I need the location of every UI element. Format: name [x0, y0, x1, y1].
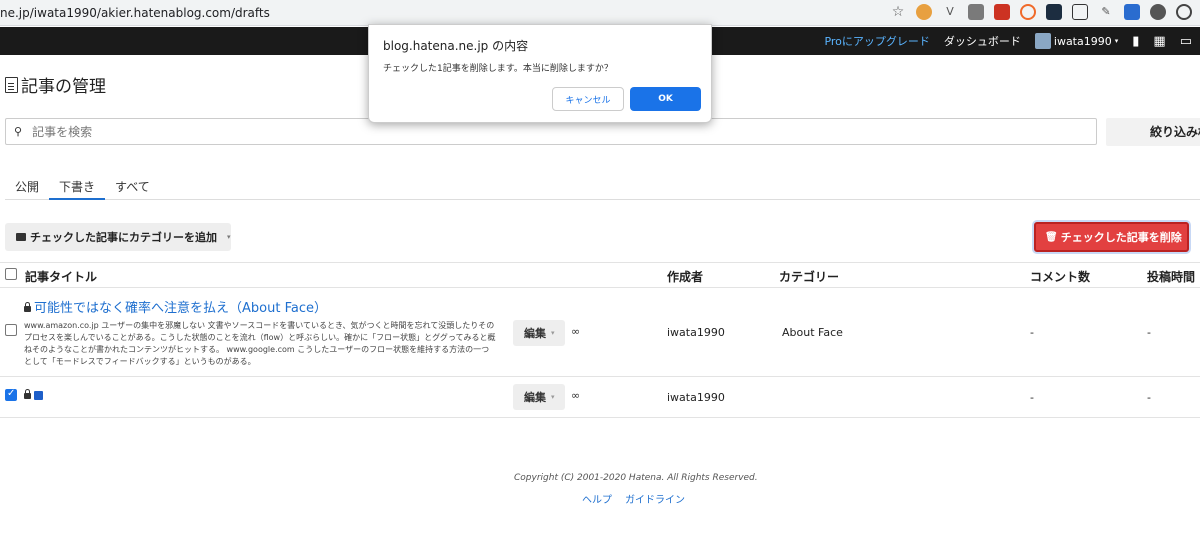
header-comments[interactable]: コメント数: [1030, 268, 1090, 285]
edit-button[interactable]: 編集 ▾: [513, 320, 565, 346]
header-category[interactable]: カテゴリー: [779, 268, 839, 285]
edit-extension-icon[interactable]: ✎: [1098, 4, 1114, 20]
posted-cell: -: [1147, 391, 1151, 404]
entry-title-link[interactable]: [24, 388, 43, 403]
chevron-down-icon: ▾: [551, 393, 555, 401]
cancel-button[interactable]: キャンセル: [552, 87, 624, 111]
table-header: 記事タイトル 作成者 カテゴリー コメント数 投稿時間: [0, 262, 1200, 288]
url-text[interactable]: ne.jp/iwata1990/akier.hatenablog.com/dra…: [0, 6, 270, 20]
circle-extension-icon[interactable]: [1020, 4, 1036, 20]
chevron-down-icon: ▾: [227, 233, 231, 241]
delete-label: チェックした記事を削除: [1060, 231, 1182, 244]
header-posted[interactable]: 投稿時間: [1147, 268, 1195, 285]
tab-all[interactable]: すべて: [105, 172, 160, 200]
upgrade-pro-link[interactable]: Proにアップグレード: [824, 33, 929, 49]
author-cell: iwata1990: [667, 391, 725, 404]
extension-icon[interactable]: [968, 4, 984, 20]
table-row: 可能性ではなく確率へ注意を払え（About Face） www.amazon.c…: [0, 289, 1200, 377]
header-title[interactable]: 記事タイトル: [25, 268, 97, 285]
folder-icon: [16, 233, 26, 241]
comments-cell: -: [1030, 391, 1034, 404]
posted-cell: -: [1147, 326, 1151, 339]
category-cell[interactable]: About Face: [782, 326, 843, 339]
untitled-entry-marker: [34, 391, 43, 400]
help-link[interactable]: ヘルプ: [582, 491, 612, 506]
search-icon: ⚲: [14, 125, 23, 138]
dialog-message: チェックした1記事を削除します。本当に削除しますか？: [383, 64, 613, 74]
add-category-button[interactable]: チェックした記事にカテゴリーを追加 ▾: [5, 223, 231, 251]
link-icon[interactable]: ∞: [571, 389, 580, 402]
trash-icon: 🗑: [1045, 231, 1058, 243]
header-author[interactable]: 作成者: [667, 268, 703, 285]
author-cell: iwata1990: [667, 326, 725, 339]
react-devtools-icon[interactable]: [1046, 4, 1062, 20]
copyright-text: Copyright (C) 2001-2020 Hatena. All Righ…: [514, 473, 758, 483]
delete-checked-button[interactable]: 🗑 チェックした記事を削除: [1034, 222, 1189, 252]
entry-excerpt: www.amazon.co.jp ユーザーの集中を邪魔しない 文書やソースコード…: [24, 321, 496, 366]
link-icon[interactable]: ∞: [571, 325, 580, 338]
round-extension-icon[interactable]: [1150, 4, 1166, 20]
lock-icon: [24, 301, 31, 312]
settings-extension-icon[interactable]: [1176, 4, 1192, 20]
username: iwata1990: [1053, 34, 1112, 48]
avatar: [1034, 33, 1051, 49]
add-category-label: チェックした記事にカテゴリーを追加: [30, 231, 217, 244]
chevron-down-icon: ▾: [551, 329, 555, 337]
chevron-down-icon: ▾: [1114, 37, 1119, 45]
browser-extensions: ☆ V ✎: [890, 4, 1192, 20]
entry-tabs: 公開 下書き すべて: [5, 172, 1200, 200]
filter-search-button[interactable]: 絞り込み検: [1106, 118, 1200, 146]
tab-drafts[interactable]: 下書き: [49, 172, 106, 200]
dialog-title: blog.hatena.ne.jp の内容: [383, 39, 529, 53]
user-menu[interactable]: iwata1990 ▾: [1034, 33, 1119, 49]
row-checkbox[interactable]: [5, 388, 17, 401]
topbar-menu: Proにアップグレード ダッシュボード iwata1990 ▾ ▮ ▦ ▭: [824, 27, 1200, 55]
entry-title-link[interactable]: 可能性ではなく確率へ注意を払え（About Face）: [24, 297, 327, 316]
tab-published[interactable]: 公開: [5, 172, 49, 200]
vimium-extension-icon[interactable]: V: [942, 4, 958, 20]
todo-extension-icon[interactable]: [994, 4, 1010, 20]
search-input[interactable]: [32, 124, 933, 139]
table-row: 編集 ▾ ∞ iwata1990 - -: [0, 378, 1200, 418]
edit-button[interactable]: 編集 ▾: [513, 384, 565, 410]
confirm-dialog: blog.hatena.ne.jp の内容 チェックした1記事を削除します。本当…: [368, 24, 712, 123]
comments-cell: -: [1030, 326, 1034, 339]
edit-label: 編集: [524, 391, 546, 404]
page-title-text: 記事の管理: [21, 77, 106, 97]
box-extension-icon[interactable]: [1124, 4, 1140, 20]
edit-label: 編集: [524, 327, 546, 340]
browser-url-bar[interactable]: ne.jp/iwata1990/akier.hatenablog.com/dra…: [0, 0, 1200, 26]
ok-button[interactable]: OK: [630, 87, 701, 111]
dashboard-link[interactable]: ダッシュボード: [944, 33, 1021, 49]
page-title: 記事の管理: [5, 72, 106, 97]
row-checkbox[interactable]: [5, 324, 17, 336]
bookmark-icon[interactable]: ▮: [1132, 34, 1139, 49]
capture-extension-icon[interactable]: [1072, 4, 1088, 20]
entry-title: 可能性ではなく確率へ注意を払え（About Face）: [34, 301, 327, 316]
footer-links: ヘルプ ガイドライン: [582, 491, 685, 506]
document-icon: [5, 76, 18, 93]
guideline-link[interactable]: ガイドライン: [625, 491, 685, 506]
star-icon[interactable]: ☆: [890, 4, 906, 20]
select-all-checkbox[interactable]: [5, 268, 17, 280]
lock-icon: [24, 388, 31, 399]
cookie-extension-icon[interactable]: [916, 4, 932, 20]
notification-icon[interactable]: ▭: [1180, 34, 1192, 49]
grid-menu-icon[interactable]: ▦: [1153, 34, 1165, 49]
